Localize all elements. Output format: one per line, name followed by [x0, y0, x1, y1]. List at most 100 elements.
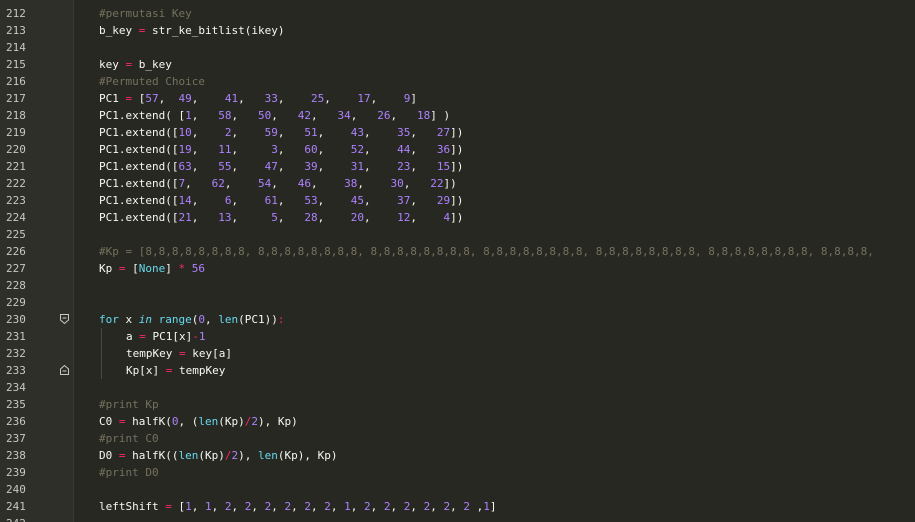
code-line[interactable]: 225: [0, 226, 915, 243]
code-token: ,: [271, 500, 285, 513]
code-text[interactable]: PC1.extend([7, 62, 54, 46, 38, 30, 22]): [99, 175, 457, 192]
code-text[interactable]: PC1 = [57, 49, 41, 33, 25, 17, 9]: [99, 90, 417, 107]
code-token: 43: [350, 126, 364, 139]
line-number: 224: [6, 211, 26, 224]
code-token: ]: [410, 92, 417, 105]
code-line[interactable]: 235 #print Kp: [0, 396, 915, 413]
code-line[interactable]: 228: [0, 277, 915, 294]
code-line[interactable]: 217 PC1 = [57, 49, 41, 33, 25, 17, 9]: [0, 90, 915, 107]
code-line[interactable]: 241 leftShift = [1, 1, 2, 2, 2, 2, 2, 2, …: [0, 498, 915, 515]
code-line[interactable]: 237 #print C0: [0, 430, 915, 447]
code-text[interactable]: Kp = [None] * 56: [99, 260, 205, 277]
code-token: ,: [185, 177, 212, 190]
code-text[interactable]: PC1.extend( [1, 58, 50, 42, 34, 26, 18] …: [99, 107, 450, 124]
code-line[interactable]: 223 PC1.extend([14, 6, 61, 53, 45, 37, 29…: [0, 192, 915, 209]
code-line[interactable]: 216 #Permuted Choice: [0, 73, 915, 90]
code-token: len: [218, 313, 239, 326]
code-line[interactable]: 215 key = b_key: [0, 56, 915, 73]
code-token: ,: [277, 194, 305, 207]
code-text[interactable]: #Permuted Choice: [99, 73, 205, 90]
code-line[interactable]: 232 tempKey = key[a]: [0, 345, 915, 362]
code-token: [: [171, 500, 186, 513]
code-text[interactable]: key = b_key: [99, 56, 172, 73]
code-token: 61: [264, 194, 278, 207]
code-token: ,: [317, 194, 351, 207]
code-token: 14: [178, 194, 192, 207]
code-text[interactable]: PC1.extend([21, 13, 5, 28, 20, 12, 4]): [99, 209, 463, 226]
code-token: 23: [397, 160, 411, 173]
code-line[interactable]: 231 a = PC1[x]-1: [0, 328, 915, 345]
code-token: =: [118, 449, 126, 462]
code-token: ,: [410, 500, 424, 513]
line-number: 217: [6, 92, 26, 105]
code-token: 27: [436, 126, 451, 139]
code-line[interactable]: 221 PC1.extend([63, 55, 47, 39, 31, 23, 1…: [0, 158, 915, 175]
code-text[interactable]: #Kp = [8,8,8,8,8,8,8,8, 8,8,8,8,8,8,8,8,…: [99, 243, 874, 260]
code-text[interactable]: #print C0: [99, 430, 159, 447]
code-text[interactable]: PC1.extend([19, 11, 3, 60, 52, 44, 36]): [99, 141, 463, 158]
code-token: PC1.extend([: [99, 160, 179, 173]
code-line[interactable]: 212 #permutasi Key: [0, 5, 915, 22]
code-line[interactable]: 222 PC1.extend([7, 62, 54, 46, 38, 30, 22…: [0, 175, 915, 192]
code-text[interactable]: #print D0: [99, 464, 159, 481]
code-line[interactable]: 226 #Kp = [8,8,8,8,8,8,8,8, 8,8,8,8,8,8,8…: [0, 243, 915, 260]
code-line[interactable]: 214: [0, 39, 915, 56]
line-number: 225: [6, 228, 26, 241]
code-token: 2: [304, 500, 311, 513]
code-line[interactable]: 219 PC1.extend([10, 2, 59, 51, 43, 35, 27…: [0, 124, 915, 141]
code-text[interactable]: PC1.extend([63, 55, 47, 39, 31, 23, 15]): [99, 158, 463, 175]
code-editor[interactable]: 212 #permutasi Key 213 b_key = str_ke_bitli…: [0, 0, 915, 522]
code-token: ,: [191, 143, 219, 156]
code-token: Kp[x]: [126, 364, 166, 377]
code-line[interactable]: 236 C0 = halfK(0, (len(Kp)/2), Kp): [0, 413, 915, 430]
line-number: 216: [6, 75, 26, 88]
code-token: ]): [450, 126, 464, 139]
code-text[interactable]: C0 = halfK(0, (len(Kp)/2), Kp): [99, 413, 298, 430]
code-line[interactable]: 240: [0, 481, 915, 498]
code-text[interactable]: PC1.extend([10, 2, 59, 51, 43, 35, 27]): [99, 124, 463, 141]
code-text[interactable]: for x in range(0, len(PC1)):: [99, 311, 285, 328]
code-text[interactable]: tempKey = key[a]: [126, 345, 232, 362]
code-token: ,: [191, 211, 219, 224]
code-token: 20: [350, 211, 364, 224]
code-line[interactable]: 227 Kp = [None] * 56: [0, 260, 915, 277]
code-token: ,: [370, 500, 384, 513]
code-token: ,: [277, 211, 305, 224]
code-line[interactable]: 229: [0, 294, 915, 311]
code-token: ,: [231, 211, 272, 224]
code-token: ,: [277, 92, 311, 105]
code-line[interactable]: 220 PC1.extend([19, 11, 3, 60, 52, 44, 36…: [0, 141, 915, 158]
line-number: 242: [6, 515, 38, 522]
fold-toggle-icon[interactable]: [60, 314, 69, 324]
code-line[interactable]: 230 for x in range(0, len(PC1)):: [0, 311, 915, 328]
code-line[interactable]: 239 #print D0: [0, 464, 915, 481]
code-token: ]: [489, 500, 497, 513]
code-text[interactable]: D0 = halfK((len(Kp)/2), len(Kp), Kp): [99, 447, 337, 464]
code-token: 33: [264, 92, 278, 105]
code-line[interactable]: 224 PC1.extend([21, 13, 5, 28, 20, 12, 4]…: [0, 209, 915, 226]
code-line[interactable]: 234: [0, 379, 915, 396]
code-line[interactable]: 218 PC1.extend( [1, 58, 50, 42, 34, 26, 1…: [0, 107, 915, 124]
code-text[interactable]: #permutasi Key: [99, 5, 192, 22]
code-text[interactable]: b_key = str_ke_bitlist(ikey): [99, 22, 284, 39]
code-token: 26: [377, 109, 391, 122]
code-token: ]): [443, 177, 457, 190]
code-token: ,: [469, 500, 484, 513]
code-line[interactable]: 238 D0 = halfK((len(Kp)/2), len(Kp), Kp): [0, 447, 915, 464]
code-text[interactable]: a = PC1[x]-1: [126, 328, 205, 345]
code-token: 1: [204, 500, 212, 513]
code-token: for: [99, 313, 119, 326]
code-text[interactable]: PC1.extend([14, 6, 61, 53, 45, 37, 29]): [99, 192, 463, 209]
code-line[interactable]: 233 Kp[x] = tempKey: [0, 362, 915, 379]
code-token: ,: [231, 126, 265, 139]
code-token: (Kp): [218, 415, 245, 428]
code-line[interactable]: 213 b_key = str_ke_bitlist(ikey): [0, 22, 915, 39]
code-token: =: [118, 262, 126, 275]
code-line[interactable]: 242: [0, 515, 915, 522]
line-number: 227: [6, 262, 26, 275]
code-text[interactable]: Kp[x] = tempKey: [126, 362, 225, 379]
code-token: 38: [344, 177, 358, 190]
code-token: 30: [390, 177, 404, 190]
code-text[interactable]: #print Kp: [99, 396, 159, 413]
code-text[interactable]: leftShift = [1, 1, 2, 2, 2, 2, 2, 2, 1, …: [99, 498, 496, 515]
